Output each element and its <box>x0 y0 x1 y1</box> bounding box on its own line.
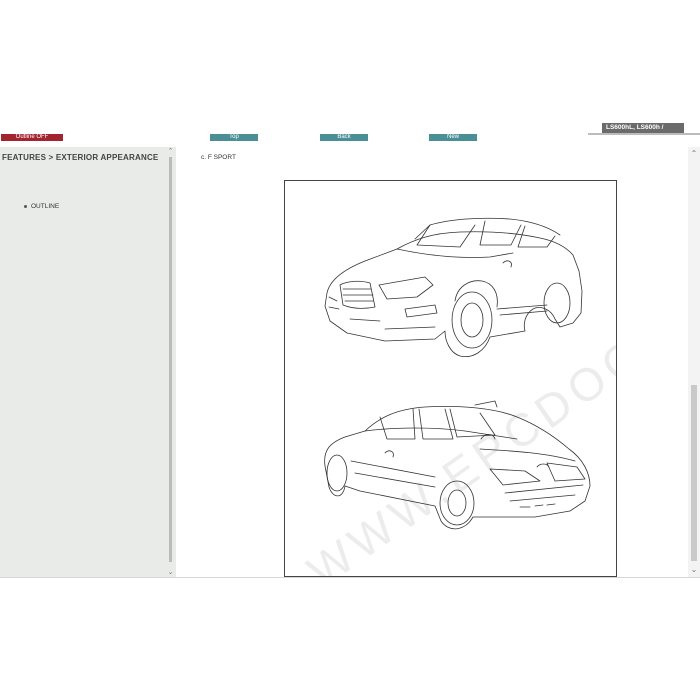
outline-toggle-button[interactable]: Outline OFF <box>1 134 63 141</box>
content-scroll-thumb[interactable] <box>691 385 697 561</box>
back-button[interactable]: Back <box>320 134 368 141</box>
sidebar-item-label: OUTLINE <box>31 203 60 210</box>
section-label: c. F SPORT <box>201 154 236 161</box>
sidebar-scrollbar[interactable]: ⌃ ⌄ <box>165 147 176 577</box>
car-drawings: WWW.EPCDOC.COM <box>298 217 617 577</box>
scroll-up-arrow-icon[interactable]: ⌃ <box>165 147 176 156</box>
model-tab[interactable]: LS600hL, LS600h / <box>602 123 684 133</box>
sidebar-scroll-thumb[interactable] <box>169 157 172 562</box>
sidebar-item-outline[interactable]: OUTLINE <box>24 203 59 210</box>
scroll-down-arrow-icon[interactable]: ⌄ <box>688 565 700 575</box>
sidebar: FEATURES > EXTERIOR APPEARANCE OUTLINE ⌃… <box>0 147 176 577</box>
bullet-icon <box>24 204 27 208</box>
new-button[interactable]: New <box>429 134 477 141</box>
vehicle-illustration: WWW.EPCDOC.COM <box>284 180 617 577</box>
sidebar-title: FEATURES > EXTERIOR APPEARANCE <box>2 153 159 162</box>
scroll-down-arrow-icon[interactable]: ⌄ <box>165 568 176 577</box>
model-tab-underline <box>588 133 700 135</box>
bottom-divider <box>0 577 700 578</box>
content-pane: c. F SPORT WWW.EPCDOC.COM <box>176 147 688 577</box>
top-button[interactable]: Top <box>210 134 258 141</box>
scroll-up-arrow-icon[interactable]: ⌃ <box>688 149 700 159</box>
content-scrollbar[interactable]: ⌃ ⌄ <box>688 147 700 577</box>
watermark-text: WWW.EPCDOC.COM <box>298 244 617 577</box>
